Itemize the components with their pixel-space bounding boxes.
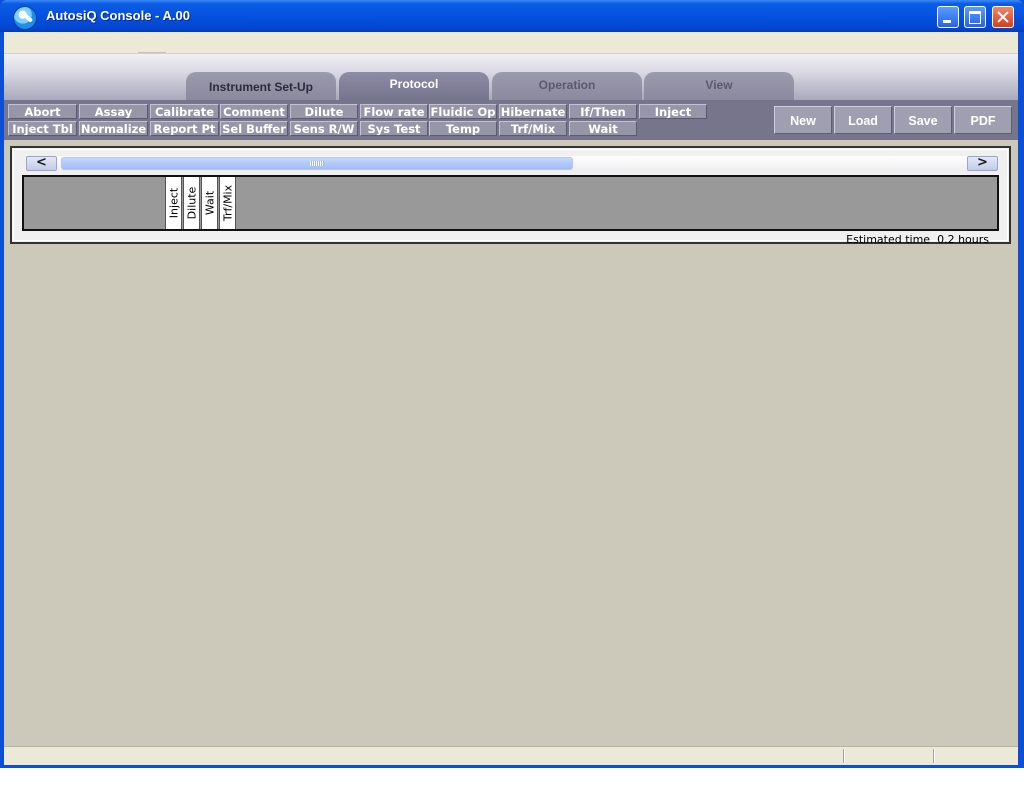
timeline-step[interactable]: Trf/Mix [219, 177, 236, 229]
status-divider [933, 749, 934, 763]
abort-button[interactable]: Abort [8, 104, 77, 119]
estimated-time-value: 0.2 hours [937, 233, 989, 246]
tab-instrument-set-up[interactable]: Instrument Set-Up [186, 72, 336, 100]
inject-tbl-button[interactable]: Inject Tbl [8, 121, 77, 136]
scroll-grip-icon [310, 161, 324, 166]
client-area: Instrument Set-Up Protocol Operation Vie… [4, 32, 1018, 765]
tab-operation[interactable]: Operation [492, 72, 642, 100]
status-divider [843, 749, 844, 763]
title-bar[interactable]: AutosiQ Console - A.00 [0, 0, 1024, 32]
protocol-panel-frame: < > Inject Dilute Wait Trf/Mix Estimated… [13, 149, 1008, 246]
flow-rate-button[interactable]: Flow rate [360, 104, 428, 119]
close-icon[interactable] [992, 6, 1014, 28]
timeline-step-label: Trf/Mix [221, 184, 234, 222]
if-then-button[interactable]: If/Then [569, 104, 637, 119]
new-button[interactable]: New [774, 106, 832, 134]
pdf-button[interactable]: PDF [954, 106, 1012, 134]
save-button[interactable]: Save [894, 106, 952, 134]
estimated-time: Estimated time 0.2 hours [846, 233, 989, 246]
menu-bar [4, 32, 1018, 54]
app-window: AutosiQ Console - A.00 Instrument Set-Up… [0, 0, 1024, 768]
menu-divider [138, 52, 166, 53]
calibrate-button[interactable]: Calibrate [150, 104, 219, 119]
sys-test-button[interactable]: Sys Test [360, 121, 428, 136]
inject-button[interactable]: Inject [639, 104, 707, 119]
normalize-button[interactable]: Normalize [79, 121, 148, 136]
load-button[interactable]: Load [834, 106, 892, 134]
temp-button[interactable]: Temp [429, 121, 497, 136]
scroll-left-button[interactable]: < [26, 156, 57, 171]
maximize-icon[interactable] [964, 6, 986, 28]
tab-view[interactable]: View [644, 72, 794, 100]
timeline-step[interactable]: Dilute [183, 177, 200, 229]
window-title: AutosiQ Console - A.00 [46, 8, 190, 23]
protocol-panel: < > Inject Dilute Wait Trf/Mix Estimated… [10, 146, 1011, 246]
estimated-time-label: Estimated time [846, 233, 931, 246]
wait-button[interactable]: Wait [569, 121, 637, 136]
fluidic-op-button[interactable]: Fluidic Op [429, 104, 497, 119]
timeline-scrollbar[interactable]: < > [26, 156, 998, 172]
scroll-right-button[interactable]: > [967, 156, 998, 171]
timeline-step-label: Wait [203, 190, 216, 216]
dilute-button[interactable]: Dilute [290, 104, 358, 119]
scroll-thumb[interactable] [61, 157, 573, 170]
timeline-step-label: Dilute [185, 186, 198, 220]
sel-buffer-button[interactable]: Sel Buffer [220, 121, 288, 136]
minimize-icon[interactable] [937, 6, 959, 28]
tab-protocol[interactable]: Protocol [339, 72, 489, 100]
comment-button[interactable]: Comment [220, 104, 288, 119]
timeline-step[interactable]: Inject [165, 177, 182, 229]
status-bar [4, 746, 1018, 765]
hibernate-button[interactable]: Hibernate [499, 104, 567, 119]
app-logo-icon [13, 6, 37, 30]
report-pt-button[interactable]: Report Pt [150, 121, 219, 136]
command-toolbar: Abort Assay Calibrate Comment Dilute Flo… [4, 100, 1018, 140]
assay-button[interactable]: Assay [79, 104, 148, 119]
trf-mix-button[interactable]: Trf/Mix [499, 121, 567, 136]
timeline-step-label: Inject [167, 187, 180, 219]
protocol-timeline[interactable]: Inject Dilute Wait Trf/Mix [22, 175, 999, 231]
timeline-step[interactable]: Wait [201, 177, 218, 229]
sens-rw-button[interactable]: Sens R/W [290, 121, 358, 136]
